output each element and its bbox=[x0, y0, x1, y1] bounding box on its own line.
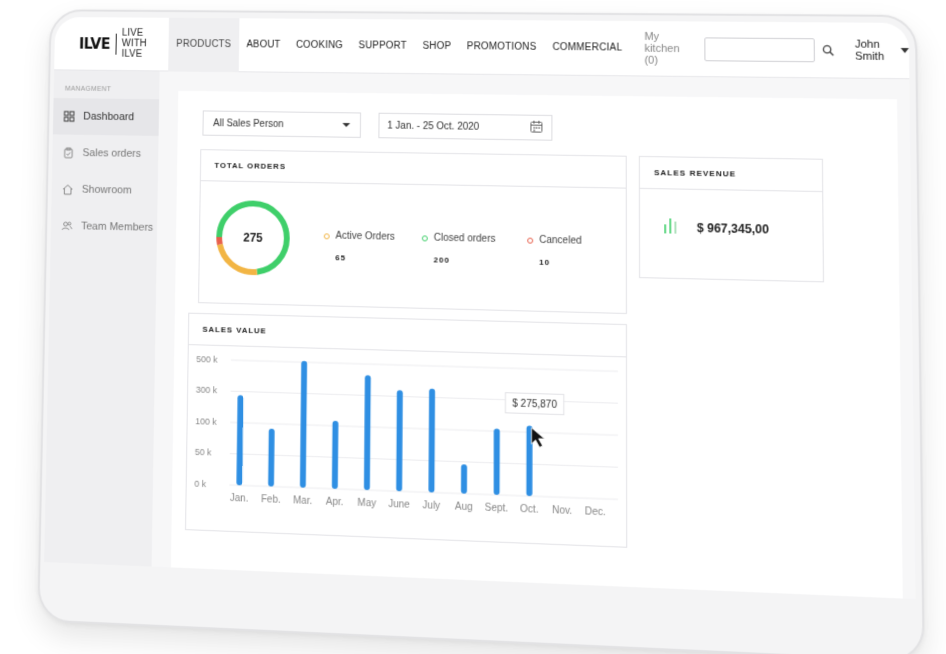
sidebar-item-sales-orders[interactable]: Sales orders bbox=[52, 134, 158, 172]
calendar-icon[interactable] bbox=[529, 119, 543, 136]
tooltip-value: $ 275,870 bbox=[512, 399, 557, 412]
logo-tagline: LIVE WITH ILVE bbox=[121, 27, 147, 60]
chart-bar[interactable] bbox=[299, 360, 308, 488]
tablet-frame: ILVE LIVE WITH ILVE PRODUCTS ABOUT COOKI… bbox=[37, 9, 925, 654]
legend-canceled: Canceled 10 bbox=[527, 235, 582, 268]
y-tick-label: 100 k bbox=[195, 416, 217, 427]
legend-value: 10 bbox=[539, 257, 551, 268]
grid-icon bbox=[62, 110, 75, 124]
legend-label: Canceled bbox=[539, 234, 582, 247]
chart-bar[interactable] bbox=[460, 464, 468, 494]
chart-bar[interactable] bbox=[428, 388, 436, 493]
legend-closed: Closed orders 200 bbox=[421, 232, 496, 265]
sales-value-card: SALES VALUE 0 k 50 k 100 k 300 k 500 k Jan. Fe… bbox=[185, 312, 628, 548]
home-icon bbox=[61, 183, 74, 197]
x-tick-label: Nov. bbox=[552, 505, 572, 517]
x-tick-label: May bbox=[357, 498, 376, 510]
bar-chart-icon bbox=[662, 215, 678, 238]
x-tick-label: June bbox=[388, 499, 410, 511]
legend-value: 65 bbox=[335, 253, 347, 263]
card-title: TOTAL ORDERS bbox=[200, 150, 626, 189]
sidebar-item-team-members[interactable]: Team Members bbox=[51, 207, 158, 246]
sales-revenue-card: SALES REVENUE $ 967,345,00 bbox=[638, 155, 825, 283]
brand-logo[interactable]: ILVE LIVE WITH ILVE bbox=[79, 28, 169, 60]
legend-label: Active Orders bbox=[335, 230, 395, 243]
search-input[interactable] bbox=[704, 36, 816, 62]
chart-bar[interactable] bbox=[396, 390, 403, 492]
chevron-down-icon bbox=[342, 122, 351, 128]
orders-total: 275 bbox=[243, 230, 263, 245]
x-tick-label: Jan. bbox=[230, 493, 249, 505]
user-name: John Smith bbox=[854, 38, 885, 63]
clipboard-icon bbox=[62, 146, 75, 160]
status-dot bbox=[323, 232, 330, 239]
x-tick-label: July bbox=[422, 500, 440, 512]
grid-line bbox=[231, 360, 618, 371]
chart-tooltip: $ 275,870 bbox=[505, 393, 563, 415]
sidebar-item-label: Team Members bbox=[81, 220, 154, 234]
chart-bar[interactable] bbox=[363, 375, 371, 491]
legend-active: Active Orders 65 bbox=[323, 230, 395, 263]
sales-bar-chart: 0 k 50 k 100 k 300 k 500 k Jan. Feb. Mar. Apr. Ma… bbox=[194, 354, 628, 518]
sidebar-section-title: MANAGMENT bbox=[64, 85, 112, 93]
chart-bar[interactable] bbox=[268, 428, 275, 487]
sidebar-item-label: Sales orders bbox=[82, 147, 142, 160]
main-nav: PRODUCTS ABOUT COOKING SUPPORT SHOP PROM… bbox=[168, 17, 630, 76]
users-icon bbox=[60, 219, 73, 233]
x-tick-label: Dec. bbox=[585, 506, 606, 518]
nav-commercial[interactable]: COMMERCIAL bbox=[544, 20, 630, 76]
date-range-picker[interactable]: 1 Jan. - 25 Oct. 2020 bbox=[378, 112, 553, 141]
chevron-down-icon bbox=[900, 47, 910, 54]
sidebar-item-label: Showroom bbox=[81, 183, 132, 197]
status-dot bbox=[421, 234, 428, 241]
my-kitchen-link[interactable]: My kitchen (0) bbox=[644, 30, 688, 66]
nav-about[interactable]: ABOUT bbox=[238, 18, 288, 72]
sidebar: MANAGMENT Dashboard Sales orders Showroo… bbox=[44, 70, 160, 567]
sidebar-item-dashboard[interactable]: Dashboard bbox=[52, 97, 160, 136]
grid-line bbox=[229, 485, 618, 499]
y-tick-label: 50 k bbox=[195, 447, 212, 458]
cursor-icon bbox=[531, 428, 544, 448]
legend-label: Closed orders bbox=[433, 232, 496, 245]
logo-divider bbox=[115, 33, 117, 55]
nav-products[interactable]: PRODUCTS bbox=[168, 17, 240, 72]
nav-cooking[interactable]: COOKING bbox=[288, 18, 351, 73]
status-dot bbox=[527, 237, 534, 244]
x-tick-label: Sept. bbox=[485, 502, 509, 514]
chart-bar[interactable] bbox=[331, 420, 339, 489]
sales-person-value: All Sales Person bbox=[213, 117, 284, 130]
card-title: SALES REVENUE bbox=[639, 156, 823, 193]
chart-bar[interactable] bbox=[236, 395, 244, 486]
x-tick-label: Apr. bbox=[326, 496, 344, 508]
grid-line bbox=[230, 422, 618, 435]
sidebar-item-label: Dashboard bbox=[83, 110, 135, 124]
logo-mark: ILVE bbox=[78, 34, 111, 53]
revenue-value: $ 967,345,00 bbox=[696, 220, 769, 237]
date-range-value: 1 Jan. - 25 Oct. 2020 bbox=[387, 120, 480, 133]
y-tick-label: 0 k bbox=[194, 479, 206, 490]
sidebar-item-showroom[interactable]: Showroom bbox=[51, 171, 158, 210]
dashboard-content: All Sales Person 1 Jan. - 25 Oct. 2020 T… bbox=[170, 90, 903, 600]
x-tick-label: Aug bbox=[455, 501, 473, 513]
x-tick-label: Feb. bbox=[261, 494, 281, 506]
app-screen: ILVE LIVE WITH ILVE PRODUCTS ABOUT COOKI… bbox=[44, 16, 916, 600]
top-nav: ILVE LIVE WITH ILVE PRODUCTS ABOUT COOKI… bbox=[54, 16, 910, 80]
nav-shop[interactable]: SHOP bbox=[414, 19, 459, 74]
chart-bar[interactable] bbox=[493, 428, 500, 495]
grid-line bbox=[230, 454, 618, 468]
x-tick-label: Oct. bbox=[520, 504, 539, 516]
sales-person-select[interactable]: All Sales Person bbox=[202, 110, 362, 138]
scene: ILVE LIVE WITH ILVE PRODUCTS ABOUT COOKI… bbox=[0, 0, 946, 654]
x-tick-label: Mar. bbox=[293, 495, 312, 507]
user-menu[interactable]: John Smith bbox=[854, 38, 910, 63]
search-icon[interactable] bbox=[819, 38, 836, 62]
y-tick-label: 500 k bbox=[196, 354, 218, 365]
nav-support[interactable]: SUPPORT bbox=[351, 19, 415, 74]
y-tick-label: 300 k bbox=[196, 385, 218, 396]
total-orders-card: TOTAL ORDERS 275 Active Orders 65 Closed… bbox=[198, 149, 627, 315]
nav-promotions[interactable]: PROMOTIONS bbox=[459, 19, 545, 75]
legend-value: 200 bbox=[433, 255, 450, 265]
